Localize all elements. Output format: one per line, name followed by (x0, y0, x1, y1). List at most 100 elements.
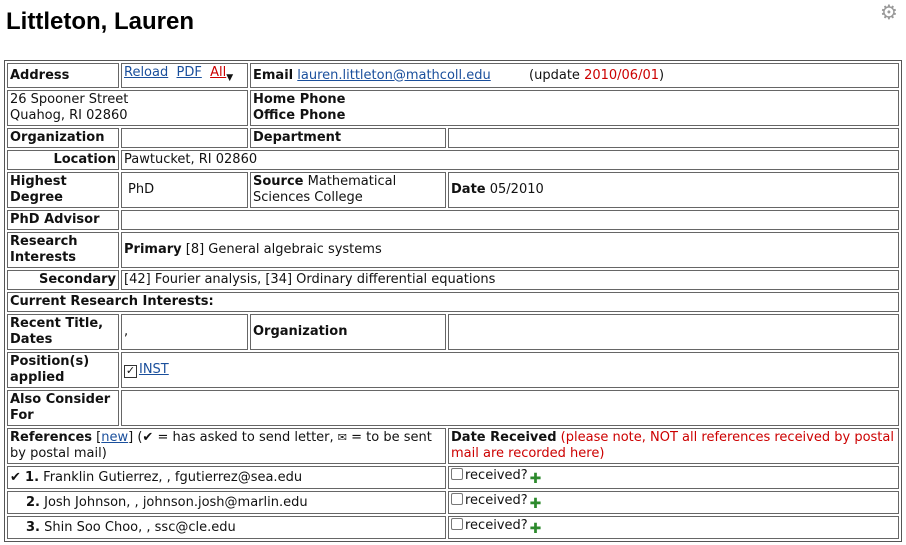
email-label: Email (253, 67, 294, 83)
received-checkbox[interactable] (451, 468, 463, 480)
also-consider-value (121, 390, 899, 426)
all-link[interactable]: All (210, 65, 226, 80)
recent-title-label: Recent Title, Dates (7, 314, 119, 350)
references-header-cell: References [new] (✔ = has asked to send … (7, 428, 446, 464)
advisor-row: PhD Advisor (7, 210, 899, 230)
reference-cell: ✔ 1. Franklin Gutierrez, , fgutierrez@se… (7, 466, 446, 489)
update-suffix: ) (659, 67, 665, 83)
organization-row: Organization Department (7, 128, 899, 148)
degree-row: Highest Degree PhD Source Mathematical S… (7, 172, 899, 208)
reference-num: 1. (25, 469, 40, 485)
organization-label: Organization (7, 128, 119, 148)
received-checkbox[interactable] (451, 518, 463, 530)
secondary-label: Secondary (7, 270, 119, 290)
reload-link[interactable]: Reload (124, 65, 168, 80)
also-consider-label: Also Consider For (7, 390, 119, 426)
recent-org-value (448, 314, 899, 350)
address-label: Address (10, 67, 70, 83)
address-label-cell: Address (7, 63, 119, 88)
received-label: received? (465, 468, 528, 483)
add-icon[interactable]: ✚ (530, 471, 542, 487)
applicant-table: Address Reload PDF All▼ Email lauren.lit… (4, 60, 902, 542)
add-icon[interactable]: ✚ (530, 521, 542, 537)
received-checkbox[interactable] (451, 493, 463, 505)
date-received-label: Date Received (451, 430, 557, 445)
advisor-value (121, 210, 899, 230)
received-cell: received? ✚ (448, 491, 899, 514)
secondary-value: [42] Fourier analysis, [34] Ordinary dif… (121, 270, 899, 290)
references-legend-1: = has asked to send letter, (157, 430, 334, 445)
research-secondary-row: Secondary [42] Fourier analysis, [34] Or… (7, 270, 899, 290)
update-prefix: (update (529, 67, 580, 83)
organization-value (121, 128, 248, 148)
department-label: Department (250, 128, 446, 148)
degree-text: PhD (128, 182, 155, 197)
location-label: Location (7, 150, 119, 170)
reference-text: Franklin Gutierrez, , fgutierrez@sea.edu (43, 469, 303, 485)
references-label: References (10, 430, 93, 445)
dropdown-arrow-icon[interactable]: ▼ (226, 70, 233, 86)
reference-row: 2. Josh Johnson, , johnson.josh@marlin.e… (7, 491, 899, 514)
references-header-row: References [new] (✔ = has asked to send … (7, 428, 899, 464)
check-mark-icon: ✔ (142, 430, 154, 445)
received-cell: received? ✚ (448, 466, 899, 489)
address-line2: Quahog, RI 02860 (10, 108, 128, 123)
current-research-label: Current Research Interests: (7, 292, 899, 312)
reference-row: ✔ 1. Franklin Gutierrez, , fgutierrez@se… (7, 466, 899, 489)
position-checkbox[interactable]: ✓ (124, 365, 137, 378)
degree-label: Highest Degree (7, 172, 119, 208)
reference-text: Josh Johnson, , johnson.josh@marlin.edu (44, 494, 308, 510)
positions-row: Position(s) applied ✓ INST (7, 352, 899, 388)
current-research-row: Current Research Interests: (7, 292, 899, 312)
page-title: Littleton, Lauren (6, 8, 194, 35)
degree-value: PhD (121, 172, 248, 208)
received-cell: received? ✚ (448, 516, 899, 539)
primary-value: [8] General algebraic systems (185, 242, 382, 257)
also-consider-row: Also Consider For (7, 390, 899, 426)
location-value: Pawtucket, RI 02860 (121, 150, 899, 170)
degree-date-cell: Date 05/2010 (448, 172, 899, 208)
date-received-cell: Date Received (please note, NOT all refe… (448, 428, 899, 464)
received-label: received? (465, 493, 528, 508)
address-lines-cell: 26 Spooner Street Quahog, RI 02860 (7, 90, 248, 126)
reference-cell: 2. Josh Johnson, , johnson.josh@marlin.e… (7, 491, 446, 514)
address-lines-row: 26 Spooner Street Quahog, RI 02860 Home … (7, 90, 899, 126)
department-value (448, 128, 899, 148)
office-phone-label: Office Phone (253, 108, 346, 123)
home-phone-label: Home Phone (253, 92, 346, 107)
new-reference-link[interactable]: new (101, 430, 128, 445)
degree-date-label: Date (451, 182, 486, 197)
positions-label: Position(s) applied (7, 352, 119, 388)
gear-icon[interactable]: ⚙ (880, 2, 900, 22)
research-primary-cell: Primary [8] General algebraic systems (121, 232, 899, 268)
check-mark-icon: ✔ (10, 469, 21, 485)
address-actions: Reload PDF All▼ (121, 63, 248, 88)
email-cell: Email lauren.littleton@mathcoll.edu (upd… (250, 63, 899, 88)
email-link[interactable]: lauren.littleton@mathcoll.edu (297, 68, 490, 83)
phones-cell: Home Phone Office Phone (250, 90, 899, 126)
reference-num: 3. (26, 519, 40, 535)
update-date: 2010/06/01 (584, 67, 659, 83)
address-row: Address Reload PDF All▼ Email lauren.lit… (7, 63, 899, 88)
advisor-label: PhD Advisor (7, 210, 119, 230)
source-label: Source (253, 174, 304, 189)
reference-text: Shin Soo Choo, , ssc@cle.edu (44, 519, 236, 535)
position-link[interactable]: INST (139, 362, 169, 377)
reference-row: 3. Shin Soo Choo, , ssc@cle.edu received… (7, 516, 899, 539)
degree-date-value: 05/2010 (489, 182, 544, 197)
pdf-link[interactable]: PDF (177, 65, 202, 80)
reference-cell: 3. Shin Soo Choo, , ssc@cle.edu (7, 516, 446, 539)
recent-title-value: , (121, 314, 248, 350)
add-icon[interactable]: ✚ (530, 496, 542, 512)
research-primary-row: Research Interests Primary [8] General a… (7, 232, 899, 268)
positions-cell: ✓ INST (121, 352, 899, 388)
envelope-icon: ✉ (337, 431, 348, 444)
received-label: received? (465, 518, 528, 533)
primary-label: Primary (124, 242, 182, 257)
recent-org-label: Organization (250, 314, 446, 350)
recent-title-row: Recent Title, Dates , Organization (7, 314, 899, 350)
location-row: Location Pawtucket, RI 02860 (7, 150, 899, 170)
address-line1: 26 Spooner Street (10, 92, 129, 107)
research-label: Research Interests (7, 232, 119, 268)
source-cell: Source Mathematical Sciences College (250, 172, 446, 208)
